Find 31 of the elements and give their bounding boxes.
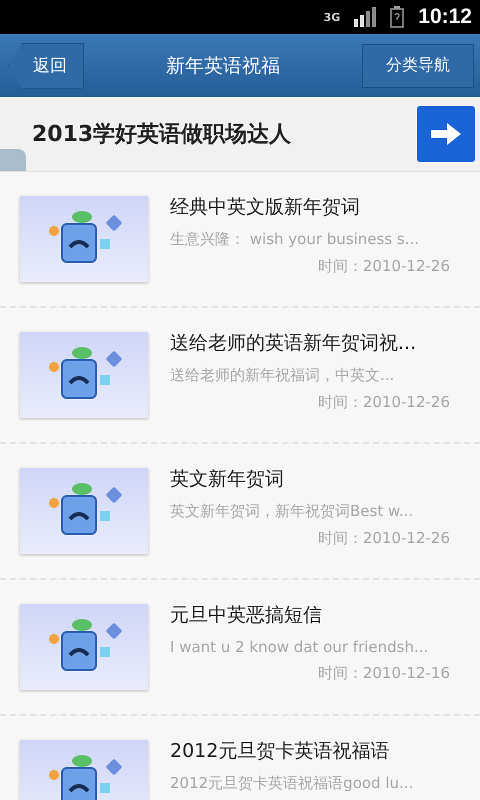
article-summary: 英文新年贺词，新年祝贺词Best w...: [170, 502, 414, 521]
back-button[interactable]: 返回: [8, 42, 84, 88]
article-item[interactable]: 英文新年贺词 英文新年贺词，新年祝贺词Best w... 时间：2010-12-26: [0, 444, 480, 580]
banner-text: 2013学好英语做职场达人: [32, 121, 292, 149]
arrow-right-icon: [431, 123, 461, 145]
battery-icon: [390, 6, 404, 28]
network-type: 3G: [324, 10, 340, 24]
banner[interactable]: 2013学好英语做职场达人: [0, 97, 480, 172]
article-date: 时间：2010-12-26: [318, 257, 450, 276]
article-date: 时间：2010-12-26: [318, 529, 450, 548]
article-summary: 生意兴隆： wish your business s...: [170, 230, 420, 249]
article-item[interactable]: 经典中英文版新年贺词 生意兴隆： wish your business s... 时间：2010-12-26: [0, 172, 480, 308]
side-handle[interactable]: [0, 149, 26, 171]
page-title: 新年英语祝福: [166, 54, 280, 78]
article-title: 元旦中英恶搞短信: [170, 603, 323, 628]
article-summary: 送给老师的新年祝福词，中英文...: [170, 366, 396, 385]
signal-icon: [354, 7, 376, 27]
article-date: 时间：2010-12-16: [318, 664, 450, 683]
article-item[interactable]: 元旦中英恶搞短信 I want u 2 know dat our friendsh... 时间：2010-12-16: [0, 580, 480, 716]
article-item[interactable]: 2012元旦贺卡英语祝福语 2012元旦贺卡英语祝福语good lu...: [0, 716, 480, 800]
article-title: 2012元旦贺卡英语祝福语: [170, 739, 390, 764]
article-title: 英文新年贺词: [170, 467, 285, 492]
article-title: 经典中英文版新年贺词: [170, 195, 361, 220]
article-summary: I want u 2 know dat our friendsh...: [170, 638, 430, 656]
article-date: 时间：2010-12-26: [318, 393, 450, 412]
article-summary: 2012元旦贺卡英语祝福语good lu...: [170, 774, 414, 793]
article-title: 送给老师的英语新年贺词祝...: [170, 331, 418, 356]
arrow-button[interactable]: [417, 106, 475, 162]
clock: 10:12: [418, 5, 472, 29]
article-item[interactable]: 送给老师的英语新年贺词祝... 送给老师的新年祝福词，中英文... 时间：2010-12-26: [0, 308, 480, 444]
category-button[interactable]: 分类导航: [362, 44, 474, 88]
